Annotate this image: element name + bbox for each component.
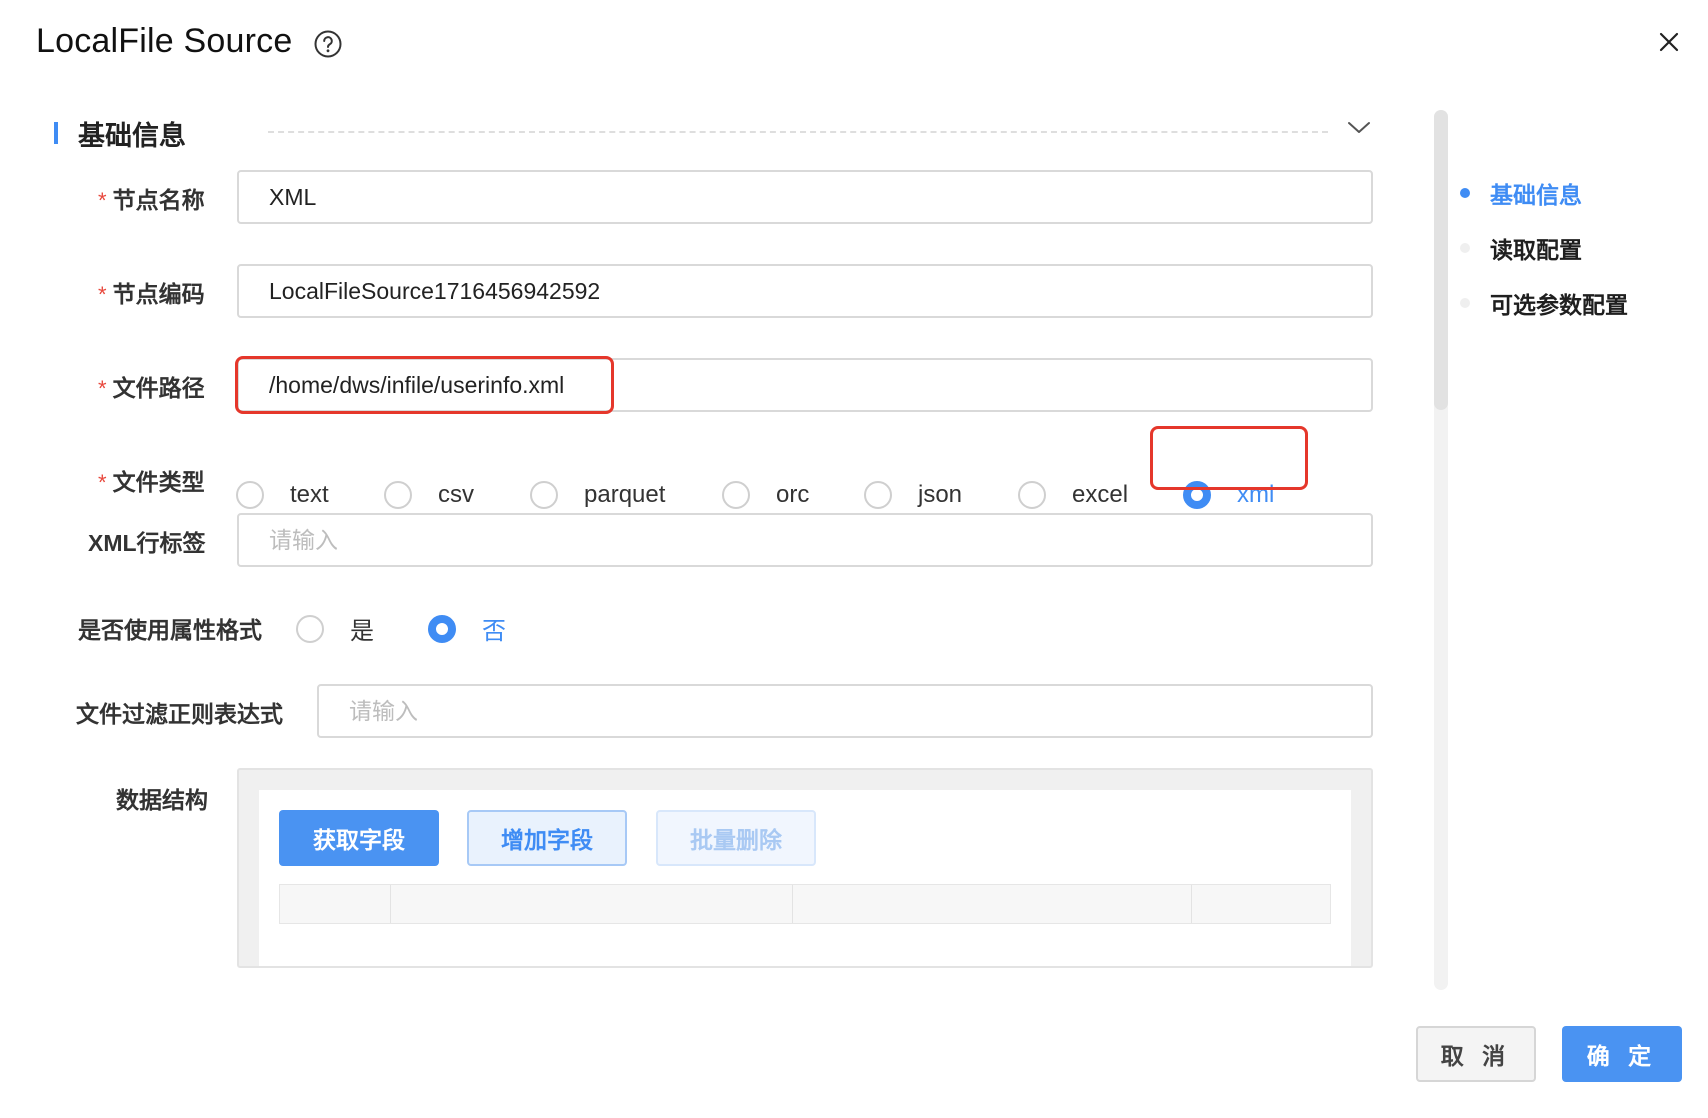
anchor-label: 可选参数配置 (1490, 292, 1628, 318)
scrollbar[interactable] (1434, 110, 1448, 990)
required-mark: * (98, 470, 107, 495)
fields-table-header (279, 884, 1331, 924)
table-column-divider (1191, 885, 1192, 923)
required-mark: * (98, 376, 107, 401)
radio-label: xml (1237, 481, 1275, 508)
fetch-fields-button[interactable]: 获取字段 (279, 810, 439, 866)
table-column-divider (390, 885, 391, 923)
required-mark: * (98, 188, 107, 213)
radio-circle (530, 481, 558, 509)
confirm-button[interactable]: 确 定 (1562, 1026, 1682, 1082)
radio-circle (864, 481, 892, 509)
close-icon[interactable] (1655, 28, 1683, 56)
xml-row-tag-label: XML行标签 (88, 530, 206, 556)
radio-label: orc (776, 481, 810, 508)
file-type-option-excel[interactable]: excel (1018, 481, 1128, 509)
anchor-label: 基础信息 (1490, 182, 1582, 208)
chevron-down-icon[interactable] (1346, 119, 1372, 137)
use-attr-format-option-yes[interactable]: 是 (296, 611, 374, 646)
radio-circle (722, 481, 750, 509)
anchor-label: 读取配置 (1490, 237, 1582, 263)
node-name-input[interactable] (237, 170, 1373, 224)
data-structure-label: 数据结构 (116, 787, 208, 813)
section-indicator (54, 122, 58, 144)
scrollbar-thumb[interactable] (1434, 110, 1448, 410)
file-type-option-json[interactable]: json (864, 481, 962, 509)
dialog-title: LocalFile Source (36, 22, 293, 60)
anchor-dot (1460, 298, 1470, 308)
radio-circle (296, 614, 324, 643)
radio-circle (384, 481, 412, 509)
file-type-option-xml[interactable]: xml (1183, 481, 1274, 509)
radio-label: json (918, 481, 963, 508)
radio-label: text (290, 481, 329, 508)
xml-row-tag-input[interactable] (237, 513, 1373, 567)
radio-label: parquet (584, 481, 666, 508)
radio-circle (1018, 481, 1046, 509)
anchor-dot (1460, 188, 1470, 198)
data-structure-inner: 获取字段 增加字段 批量删除 (259, 790, 1351, 966)
data-structure-panel: 获取字段 增加字段 批量删除 (237, 768, 1373, 968)
node-name-label: * 节点名称 (98, 187, 205, 213)
node-code-label: * 节点编码 (98, 281, 205, 307)
cancel-button[interactable]: 取 消 (1416, 1026, 1536, 1082)
radio-label: csv (438, 481, 474, 508)
required-mark: * (98, 282, 107, 307)
section-divider (268, 131, 1328, 133)
batch-delete-button: 批量删除 (656, 810, 816, 866)
radio-circle-checked (428, 614, 456, 643)
add-field-button[interactable]: 增加字段 (467, 810, 627, 866)
radio-label: excel (1072, 481, 1129, 508)
file-filter-regex-label: 文件过滤正则表达式 (76, 701, 283, 727)
file-path-input[interactable] (237, 358, 1373, 412)
radio-label: 是 (350, 618, 374, 645)
radio-circle (236, 481, 264, 509)
file-type-option-text[interactable]: text (236, 481, 329, 509)
radio-label: 否 (482, 618, 506, 645)
form-body: 基础信息 *节点名称 *节点编码 *文件路径 *文件类型 text csv pa… (0, 100, 1430, 990)
anchor-item-basic-info[interactable]: 基础信息 (1460, 176, 1582, 210)
node-code-input[interactable] (237, 264, 1373, 318)
file-filter-regex-input[interactable] (317, 684, 1373, 738)
file-type-option-csv[interactable]: csv (384, 481, 474, 509)
use-attr-format-option-no[interactable]: 否 (428, 611, 506, 646)
table-column-divider (792, 885, 793, 923)
question-circle-icon[interactable] (313, 29, 343, 59)
file-type-option-orc[interactable]: orc (722, 481, 809, 509)
anchor-item-optional-params[interactable]: 可选参数配置 (1460, 286, 1628, 320)
file-type-label: * 文件类型 (98, 469, 205, 495)
section-title: 基础信息 (78, 121, 186, 151)
file-type-option-parquet[interactable]: parquet (530, 481, 665, 509)
anchor-dot (1460, 243, 1470, 253)
use-attr-format-label: 是否使用属性格式 (78, 617, 262, 643)
anchor-item-read-config[interactable]: 读取配置 (1460, 231, 1582, 265)
file-path-label: * 文件路径 (98, 375, 205, 401)
radio-circle-checked (1183, 481, 1211, 509)
